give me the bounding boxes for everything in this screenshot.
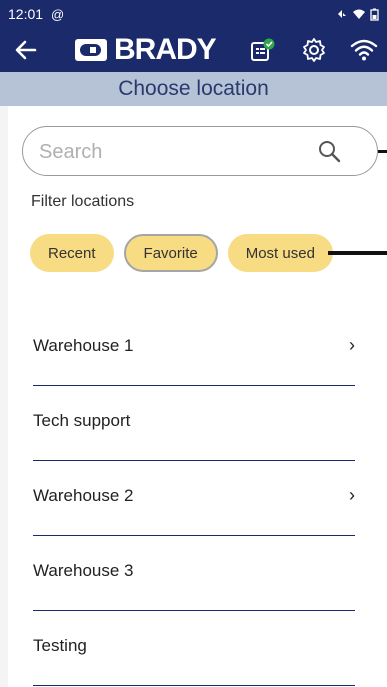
chip-label: Recent [48,244,96,262]
page-title-bar: Choose location [0,72,387,106]
chip-label: Favorite [143,244,198,262]
callout-line [378,150,387,153]
brady-logo-mark-icon [75,39,107,61]
chip-favorite[interactable]: Favorite [123,234,218,272]
chip-most-used[interactable]: Most used [227,234,333,272]
search-box[interactable] [22,126,378,176]
clock: 12:01 [8,6,44,22]
location-label: Warehouse 3 [33,561,134,580]
printer-status-icon [251,38,275,61]
chip-recent[interactable]: Recent [30,234,114,272]
status-bar: 12:01 @ [0,0,387,28]
at-sign-icon: @ [51,6,65,22]
filter-label: Filter locations [31,193,135,210]
wifi-button[interactable] [348,34,380,66]
search-icon[interactable] [317,139,341,163]
page-title: Choose location [118,77,269,100]
location-item-tech-support[interactable]: Tech support [33,386,355,461]
search-input[interactable] [37,137,301,167]
chevron-right-icon: › [349,335,355,355]
main-content: Filter locations Recent Favorite Most us… [8,106,387,687]
app-bar: BRADY [0,28,387,72]
location-label: Testing [33,636,87,655]
wifi-icon [353,9,365,19]
back-button[interactable] [10,34,42,66]
location-label: Warehouse 2 [33,486,134,505]
system-icons [336,8,379,21]
chevron-right-icon: › [349,485,355,505]
location-list: Warehouse 1 › Tech support Warehouse 2 ›… [33,311,355,686]
logo-text: BRADY [114,33,217,66]
battery-icon [370,8,379,21]
brand-logo: BRADY [74,33,217,66]
filter-chips: Recent Favorite Most used [30,234,333,274]
callout-line [328,251,387,255]
location-item-warehouse-3[interactable]: Warehouse 3 [33,536,355,611]
gear-icon [303,38,325,62]
signal-icon [338,10,346,18]
location-label: Warehouse 1 [33,336,134,355]
divider [33,685,355,686]
chip-label: Most used [245,244,315,262]
location-item-warehouse-1[interactable]: Warehouse 1 › [33,311,355,386]
back-arrow-icon [15,40,37,60]
location-item-testing[interactable]: Testing [33,611,355,686]
location-label: Tech support [33,411,131,430]
printer-status-button[interactable] [246,34,278,66]
location-item-warehouse-2[interactable]: Warehouse 2 › [33,461,355,536]
wifi-icon [350,39,378,61]
settings-button[interactable] [298,34,330,66]
